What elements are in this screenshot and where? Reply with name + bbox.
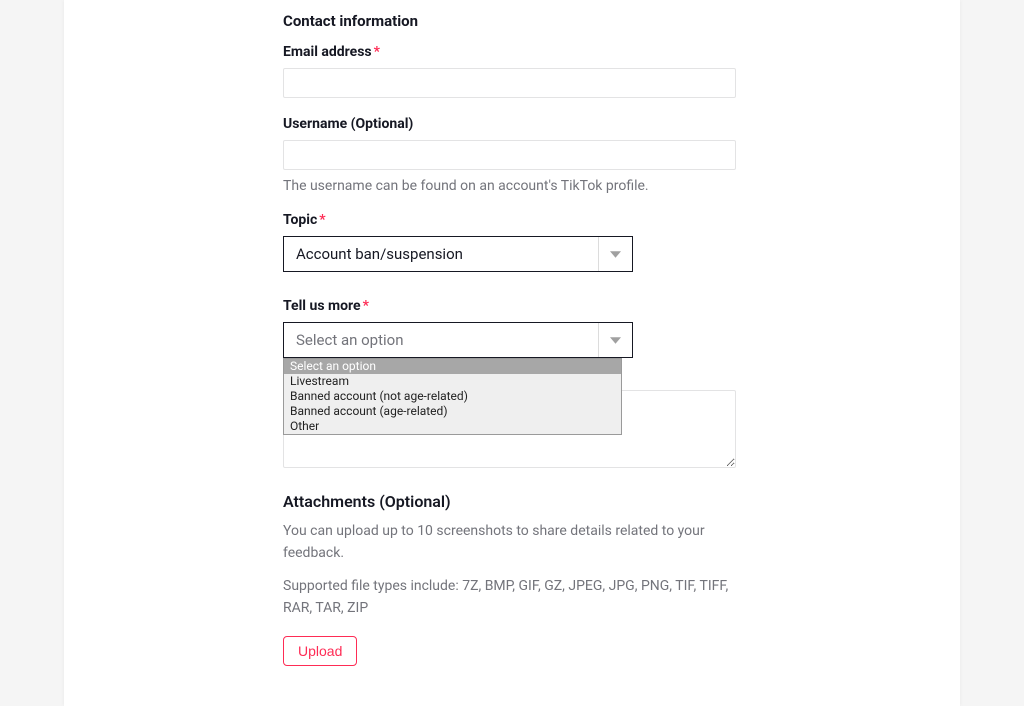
topic-label: Topic* [283,212,750,228]
tell-more-field-block: Tell us more* Select an option Select an… [283,298,750,358]
attachments-desc: You can upload up to 10 screenshots to s… [283,521,736,564]
dropdown-option[interactable]: Other [284,419,621,434]
topic-field-block: Topic* Account ban/suspension [283,212,750,272]
upload-button[interactable]: Upload [283,636,357,666]
tell-more-select[interactable]: Select an option [283,322,633,358]
dropdown-option[interactable]: Livestream [284,374,621,389]
dropdown-option[interactable]: Banned account (not age-related) [284,389,621,404]
username-field-block: Username (Optional) The username can be … [283,116,750,194]
required-asterisk: * [374,44,380,60]
chevron-down-icon [598,323,632,357]
email-label: Email address* [283,44,750,60]
attachments-heading: Attachments (Optional) [283,492,750,511]
chevron-down-icon [598,237,632,271]
topic-selected-value: Account ban/suspension [296,245,463,263]
tell-more-dropdown: Select an option Livestream Banned accou… [283,358,622,435]
dropdown-option[interactable]: Select an option [284,359,621,374]
form-card: Contact information Email address* Usern… [64,0,960,706]
email-field-block: Email address* [283,44,750,98]
username-label: Username (Optional) [283,116,750,132]
section-heading: Contact information [283,12,750,30]
topic-label-text: Topic [283,212,317,228]
tell-more-label-text: Tell us more [283,298,361,314]
username-input[interactable] [283,140,736,170]
email-input[interactable] [283,68,736,98]
tell-more-select-wrap: Select an option Select an option Livest… [283,322,633,358]
required-asterisk: * [319,212,325,228]
required-asterisk: * [363,298,369,314]
username-help: The username can be found on an account'… [283,178,750,194]
dropdown-option[interactable]: Banned account (age-related) [284,404,621,419]
topic-select[interactable]: Account ban/suspension [283,236,633,272]
tell-more-placeholder: Select an option [296,331,403,349]
tell-more-label: Tell us more* [283,298,750,314]
email-label-text: Email address [283,44,372,60]
filetypes-desc: Supported file types include: 7Z, BMP, G… [283,576,736,619]
